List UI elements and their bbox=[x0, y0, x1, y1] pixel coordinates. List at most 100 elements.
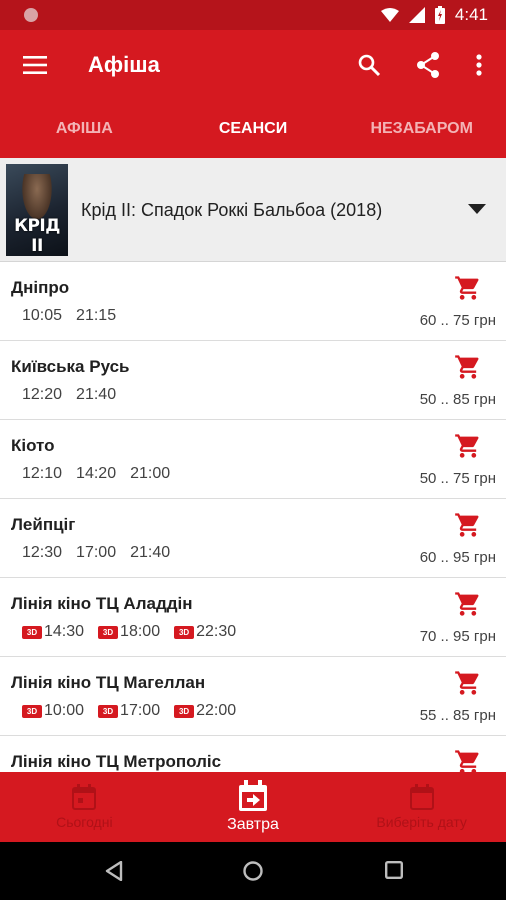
cart-icon[interactable] bbox=[454, 511, 482, 539]
calendar-icon bbox=[72, 784, 97, 810]
nav-tomorrow[interactable]: Завтра bbox=[169, 772, 338, 842]
cart-icon[interactable] bbox=[454, 353, 482, 381]
session-times: 3D 14:30 3D 18:00 3D 22:30 bbox=[22, 623, 236, 641]
cart-icon[interactable] bbox=[454, 669, 482, 697]
cinema-row[interactable]: Кіото 12:10 14:20 21:00 50 .. 75 грн bbox=[0, 420, 506, 499]
session-times: 12:10 14:20 21:00 bbox=[22, 465, 170, 483]
session-time-label: 21:15 bbox=[76, 307, 117, 324]
nav-today[interactable]: Сьогодні bbox=[0, 772, 169, 842]
session-time[interactable]: 14:20 bbox=[76, 465, 116, 483]
cinema-name: Кіото bbox=[11, 436, 55, 455]
nav-pick-date-label: Виберіть дату bbox=[376, 814, 467, 830]
session-time-label: 17:00 bbox=[76, 544, 117, 561]
3d-badge-icon: 3D bbox=[174, 625, 195, 639]
more-vert-icon[interactable] bbox=[465, 51, 493, 79]
system-nav-bar bbox=[0, 842, 506, 900]
session-times: 12:30 17:00 21:40 bbox=[22, 544, 170, 562]
tab-bar: АФІША СЕАНСИ НЕЗАБАРОМ bbox=[0, 100, 506, 158]
session-time[interactable]: 21:00 bbox=[130, 465, 170, 483]
cinema-name: Київська Русь bbox=[11, 357, 130, 376]
3d-badge-icon: 3D bbox=[174, 704, 195, 718]
session-time[interactable]: 12:20 bbox=[22, 386, 62, 404]
tab-seansy[interactable]: СЕАНСИ bbox=[169, 100, 338, 158]
session-time[interactable]: 3D 14:30 bbox=[22, 623, 84, 641]
session-times: 10:05 21:15 bbox=[22, 307, 116, 325]
cinema-row[interactable]: Київська Русь 12:20 21:40 50 .. 85 грн bbox=[0, 341, 506, 420]
share-icon[interactable] bbox=[414, 51, 442, 79]
session-time[interactable]: 21:15 bbox=[76, 307, 116, 325]
status-bar: 4:41 bbox=[0, 0, 506, 30]
home-icon[interactable] bbox=[243, 861, 263, 886]
3d-badge-icon: 3D bbox=[22, 704, 42, 718]
session-time[interactable]: 3D 10:00 bbox=[22, 702, 84, 720]
recents-icon[interactable] bbox=[385, 861, 404, 884]
cinema-row[interactable]: Лейпціг 12:30 17:00 21:40 60 .. 95 грн bbox=[0, 499, 506, 578]
cart-icon[interactable] bbox=[454, 432, 482, 460]
cart-icon[interactable] bbox=[454, 274, 482, 302]
nav-pick-date[interactable]: Виберіть дату bbox=[337, 772, 506, 842]
toolbar-title: Афіша bbox=[88, 52, 160, 77]
cart-icon[interactable] bbox=[454, 748, 482, 772]
dropdown-arrow-icon[interactable] bbox=[468, 204, 486, 214]
tab-nezabarom[interactable]: НЕЗАБАРОМ bbox=[337, 100, 506, 158]
notification-dot-icon bbox=[24, 8, 38, 22]
bottom-nav: Сьогодні Завтра Виберіть дату bbox=[0, 772, 506, 842]
price-range: 55 .. 85 грн bbox=[419, 707, 496, 724]
session-time-label: 14:20 bbox=[76, 465, 117, 482]
movie-selector[interactable]: КРІД ІІ Крід ІІ: Спадок Роккі Бальбоа (2… bbox=[0, 158, 506, 262]
price-range: 70 .. 95 грн bbox=[419, 628, 496, 645]
nav-tomorrow-label: Завтра bbox=[227, 816, 279, 833]
nav-today-label: Сьогодні bbox=[56, 814, 113, 830]
3d-badge-icon: 3D bbox=[98, 625, 119, 639]
cinema-name: Дніпро bbox=[11, 278, 70, 297]
app-toolbar: Афіша bbox=[0, 30, 506, 100]
status-time: 4:41 bbox=[454, 5, 488, 24]
battery-icon bbox=[434, 6, 445, 24]
poster-title: КРІД ІІ bbox=[14, 216, 60, 256]
movie-title: Крід ІІ: Спадок Роккі Бальбоа (2018) bbox=[81, 200, 383, 220]
calendar-arrow-icon bbox=[239, 780, 267, 811]
price-range: 50 .. 75 грн bbox=[419, 470, 496, 487]
3d-badge-icon: 3D bbox=[22, 625, 42, 639]
session-time[interactable]: 21:40 bbox=[130, 544, 170, 562]
cinema-name: Лінія кіно ТЦ Магеллан bbox=[11, 673, 206, 692]
tab-afisha[interactable]: АФІША bbox=[0, 100, 169, 158]
session-time[interactable]: 3D 17:00 bbox=[98, 702, 160, 720]
calendar-icon bbox=[409, 784, 434, 810]
session-time[interactable]: 21:40 bbox=[76, 386, 116, 404]
session-time[interactable]: 3D 22:00 bbox=[174, 702, 236, 720]
cart-icon[interactable] bbox=[454, 590, 482, 618]
3d-badge-icon: 3D bbox=[98, 704, 119, 718]
cinema-name: Лінія кіно ТЦ Аладдін bbox=[11, 594, 193, 613]
session-time-label: 21:40 bbox=[130, 544, 171, 561]
session-time-label: 12:10 bbox=[22, 465, 63, 482]
session-time[interactable]: 12:10 bbox=[22, 465, 62, 483]
session-times: 3D 10:00 3D 17:00 3D 22:00 bbox=[22, 702, 236, 720]
session-time[interactable]: 10:05 bbox=[22, 307, 62, 325]
session-time-label: 22:30 bbox=[196, 623, 237, 640]
session-time[interactable]: 17:00 bbox=[76, 544, 116, 562]
price-range: 50 .. 85 грн bbox=[419, 391, 496, 408]
session-time[interactable]: 3D 22:30 bbox=[174, 623, 236, 641]
session-time-label: 10:05 bbox=[22, 307, 63, 324]
status-icons: 4:41 bbox=[380, 5, 488, 25]
session-time[interactable]: 3D 18:00 bbox=[98, 623, 160, 641]
wifi-icon bbox=[380, 8, 399, 22]
menu-icon[interactable] bbox=[21, 51, 49, 79]
session-time-label: 21:00 bbox=[130, 465, 171, 482]
cinema-row[interactable]: Лінія кіно ТЦ Магеллан 3D 10:00 3D 17:00 3D 22… bbox=[0, 657, 506, 736]
price-range: 60 .. 95 грн bbox=[419, 549, 496, 566]
cinema-row[interactable]: Дніпро 10:05 21:15 60 .. 75 грн bbox=[0, 262, 506, 341]
session-time-label: 14:30 bbox=[44, 623, 85, 640]
session-time-label: 12:20 bbox=[22, 386, 63, 403]
cinema-row[interactable]: Лінія кіно ТЦ Аладдін 3D 14:30 3D 18:00 3D 22:… bbox=[0, 578, 506, 657]
cinema-row[interactable]: Лінія кіно ТЦ Метрополіс bbox=[0, 736, 506, 772]
search-icon[interactable] bbox=[355, 51, 383, 79]
back-icon[interactable] bbox=[105, 860, 123, 886]
cinema-name: Лейпціг bbox=[11, 515, 76, 534]
session-time[interactable]: 12:30 bbox=[22, 544, 62, 562]
session-time-label: 18:00 bbox=[120, 623, 161, 640]
session-time-label: 22:00 bbox=[196, 702, 237, 719]
session-time-label: 17:00 bbox=[120, 702, 161, 719]
session-time-label: 12:30 bbox=[22, 544, 63, 561]
